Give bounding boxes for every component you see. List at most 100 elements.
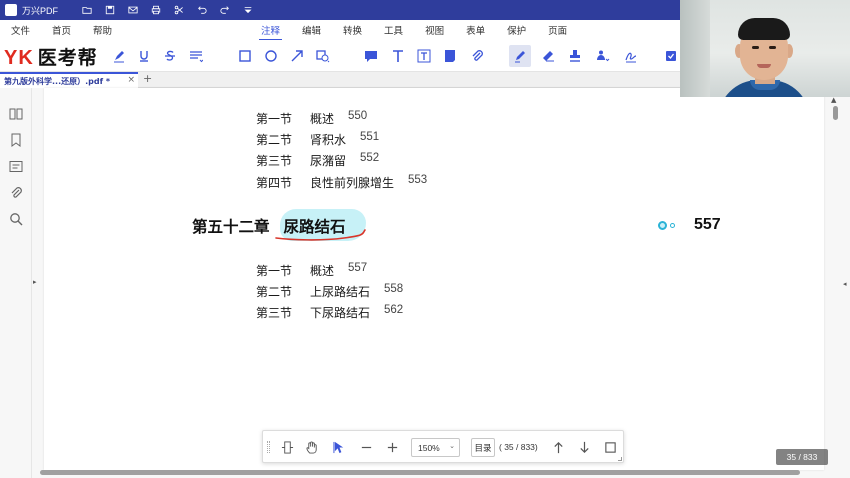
- add-tab-icon[interactable]: +: [143, 72, 152, 85]
- menu-file[interactable]: 文件: [11, 23, 30, 37]
- hand-tool-icon[interactable]: [304, 439, 320, 455]
- toc-page-number: 558: [384, 283, 404, 295]
- ribbon-tabs: 注释 编辑 转换 工具 视图 表单 保护 页面: [258, 23, 567, 41]
- undo-icon[interactable]: [195, 3, 209, 17]
- toc-title: 概述: [310, 112, 335, 126]
- next-page-icon[interactable]: [576, 439, 592, 455]
- tab-convert[interactable]: 转换: [343, 23, 362, 37]
- search-icon[interactable]: [8, 211, 24, 227]
- toc-title: 肾积水: [310, 133, 347, 147]
- signature-dropdown-icon[interactable]: [594, 47, 612, 65]
- arrow-icon[interactable]: [288, 47, 306, 65]
- thumbnails-icon[interactable]: [8, 106, 24, 122]
- tab-page[interactable]: 页面: [548, 23, 567, 37]
- quick-access-toolbar: [80, 3, 255, 17]
- toc-entry[interactable]: 第三节 尿潴留 552: [256, 152, 379, 169]
- scissors-icon[interactable]: [172, 3, 186, 17]
- toc-title: 下尿路结石: [310, 306, 371, 320]
- shape-dropdown-icon[interactable]: [314, 47, 332, 65]
- app-title: 万兴PDF: [22, 5, 59, 16]
- toc-entry[interactable]: 第四节 良性前列腺增生 553: [256, 174, 427, 191]
- pen-stroke-annotation[interactable]: [272, 228, 372, 244]
- attachments-panel-icon[interactable]: [8, 185, 24, 201]
- app-window: 万兴PDF 文件 首页 帮助 注释 编辑 转换 工具 视图 表单 保护 页面 Y…: [0, 0, 850, 478]
- zoom-in-icon[interactable]: [384, 439, 400, 455]
- brand-name: 医考帮: [37, 47, 98, 69]
- attachment-icon[interactable]: [468, 47, 486, 65]
- page-number-field[interactable]: ( 35 / 833): [499, 442, 538, 452]
- expand-sidebar-icon[interactable]: ▸: [33, 278, 37, 286]
- tab-view[interactable]: 视图: [425, 23, 444, 37]
- close-tab-icon[interactable]: ×: [127, 75, 135, 85]
- handwrite-sign-icon[interactable]: [622, 47, 640, 65]
- pen-icon[interactable]: [509, 45, 531, 67]
- single-page-view-icon[interactable]: [602, 439, 618, 455]
- tab-annotate[interactable]: 注释: [258, 23, 283, 41]
- stamp-icon[interactable]: [566, 47, 584, 65]
- print-icon[interactable]: [149, 3, 163, 17]
- menu-help[interactable]: 帮助: [93, 23, 112, 37]
- toc-page-number: 552: [360, 152, 380, 164]
- eraser-icon[interactable]: [539, 47, 557, 65]
- zoom-out-icon[interactable]: [358, 439, 374, 455]
- vertical-scroll-thumb[interactable]: [833, 106, 838, 120]
- fit-width-icon[interactable]: [279, 439, 295, 455]
- left-sidebar: ▸: [0, 88, 37, 478]
- drag-grip-icon[interactable]: [267, 441, 270, 453]
- marker-ring-icon: [670, 223, 675, 228]
- comments-panel-icon[interactable]: [8, 159, 24, 175]
- tab-edit[interactable]: 编辑: [302, 23, 321, 37]
- vertical-scrollbar[interactable]: ▲: [830, 96, 840, 465]
- document-tab[interactable]: 第九版外科学...还原）.pdf * ×: [0, 72, 138, 88]
- open-folder-icon[interactable]: [80, 3, 94, 17]
- toc-title: 良性前列腺增生: [310, 176, 395, 190]
- checkbox-icon[interactable]: [662, 47, 680, 65]
- toc-section: 第二节: [256, 133, 293, 147]
- customize-dropdown-icon[interactable]: [241, 3, 255, 17]
- select-tool-icon[interactable]: [331, 439, 347, 455]
- app-logo-icon: [5, 4, 17, 16]
- toc-title: 上尿路结石: [310, 285, 371, 299]
- save-icon[interactable]: [103, 3, 117, 17]
- underline-icon[interactable]: [135, 47, 153, 65]
- tab-form[interactable]: 表单: [466, 23, 485, 37]
- toc-entry[interactable]: 第二节 肾积水 551: [256, 131, 379, 148]
- tab-tools[interactable]: 工具: [384, 23, 403, 37]
- redo-icon[interactable]: [218, 3, 232, 17]
- text-frame-icon[interactable]: [415, 47, 433, 65]
- email-icon[interactable]: [126, 3, 140, 17]
- circle-icon[interactable]: [262, 47, 280, 65]
- text-box-icon[interactable]: [389, 47, 407, 65]
- highlight-pen-icon[interactable]: [110, 47, 128, 65]
- previous-page-icon[interactable]: [550, 439, 566, 455]
- sticky-note-icon[interactable]: [441, 47, 459, 65]
- toc-entry[interactable]: 第一节 概述 557: [256, 262, 367, 279]
- tab-protect[interactable]: 保护: [507, 23, 526, 37]
- brand-yk: YK: [4, 47, 34, 69]
- menu-home[interactable]: 首页: [52, 23, 71, 37]
- toc-page-number: 553: [408, 174, 428, 186]
- zoom-select[interactable]: 150% ⌄: [411, 438, 460, 457]
- toc-section: 第一节: [256, 264, 293, 278]
- marker-dot-icon: [658, 221, 667, 230]
- resize-handle[interactable]: [618, 457, 622, 461]
- horizontal-scrollbar[interactable]: [40, 468, 830, 476]
- horizontal-scroll-thumb[interactable]: [40, 470, 800, 475]
- toc-page-number: 551: [360, 131, 380, 143]
- strikethrough-icon[interactable]: [161, 47, 179, 65]
- menu-bar: 文件 首页 帮助 注释 编辑 转换 工具 视图 表单 保护 页面: [0, 20, 680, 41]
- toc-entry[interactable]: 第二节 上尿路结石 558: [256, 283, 403, 300]
- toc-entry[interactable]: 第一节 概述 550: [256, 110, 367, 127]
- toc-button[interactable]: 目录: [471, 438, 495, 457]
- toc-section: 第一节: [256, 112, 293, 126]
- comment-icon[interactable]: [362, 47, 380, 65]
- rectangle-icon[interactable]: [236, 47, 254, 65]
- bookmark-icon[interactable]: [8, 132, 24, 148]
- toc-entry[interactable]: 第三节 下尿路结石 562: [256, 304, 403, 321]
- toc-page-number: 562: [384, 304, 404, 316]
- scroll-up-icon[interactable]: ▲: [831, 96, 836, 104]
- document-tab-label: 第九版外科学...还原）.pdf *: [4, 76, 111, 86]
- text-lines-icon[interactable]: [187, 47, 205, 65]
- toc-section: 第三节: [256, 154, 293, 168]
- expand-right-panel-icon[interactable]: ◂: [843, 280, 847, 288]
